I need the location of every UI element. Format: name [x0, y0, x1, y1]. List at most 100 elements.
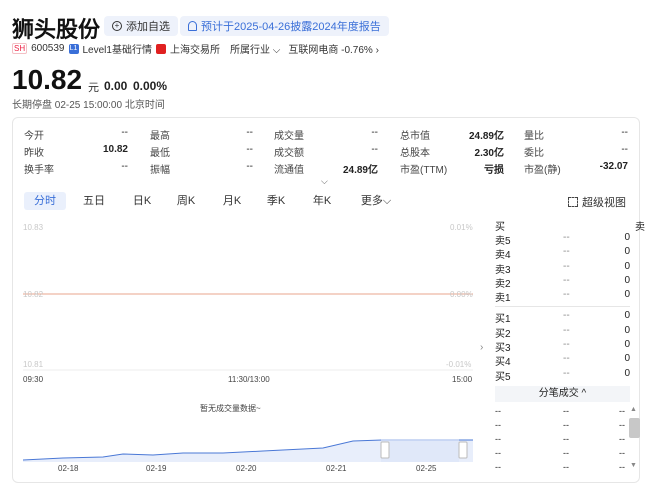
ticks-header-label: 分笔成交 [538, 388, 579, 399]
tick-row: -- -- -- [495, 448, 625, 462]
price-unit: 元 [88, 82, 99, 94]
stock-meta-row: SH 600539 L1 Level1基础行情 上海交易所 所属行业 ⌵ 互联网… [12, 41, 379, 56]
expand-stats-chevron-icon[interactable]: ⌵ [321, 176, 328, 187]
exchange-tag: SH [12, 43, 28, 54]
ticks-header[interactable]: 分笔成交 ^ [495, 386, 630, 402]
chevron-up-icon: ^ [581, 388, 587, 399]
stat-label: 量比 [524, 131, 544, 142]
stat-label: 总股本 [400, 148, 430, 159]
orderbook-divider [495, 306, 630, 307]
super-view-button[interactable]: 超级视图 [568, 194, 626, 210]
tab-five-day[interactable]: 五日 [78, 192, 110, 210]
price-axis-top: 10.83 [23, 223, 44, 232]
navigator-selection[interactable] [381, 439, 459, 462]
bid-row: 买1 -- 0 [495, 310, 630, 325]
tab-weekly-k[interactable]: 周K [172, 192, 200, 210]
bid-row: 买3 -- 0 [495, 339, 630, 354]
time-axis-end: 15:00 [452, 375, 473, 384]
navigator-date: 02-25 [416, 464, 437, 473]
tick-volume: -- [619, 406, 625, 416]
tick-price: -- [563, 420, 569, 430]
chevron-right-icon[interactable]: › [480, 342, 483, 353]
stat-value: 24.89亿 [468, 131, 504, 142]
ask-price: -- [563, 275, 570, 286]
stat-value: -- [246, 161, 253, 172]
bid-level: 买5 [495, 372, 511, 383]
level1-icon: L1 [68, 43, 79, 54]
add-watchlist-button[interactable]: + 添加自选 [104, 16, 178, 36]
stat-label: 成交额 [274, 148, 304, 159]
level1-label[interactable]: Level1基础行情 [83, 41, 152, 56]
stat-label: 昨收 [24, 148, 44, 159]
ask-qty: 0 [624, 232, 630, 243]
scroll-up-icon[interactable]: ▲ [630, 406, 637, 413]
tab-yearly-k[interactable]: 年K [308, 192, 336, 210]
bell-icon [188, 21, 197, 31]
chevron-down-icon: ⌵ [382, 195, 392, 207]
tick-price: -- [563, 434, 569, 444]
pct-axis-mid: 0.00% [450, 290, 473, 299]
trading-status: 长期停盘 02-25 15:00:00 北京时间 [12, 100, 165, 111]
tab-monthly-k[interactable]: 月K [218, 192, 246, 210]
bid-level: 买4 [495, 357, 511, 368]
tab-quarterly-k[interactable]: 季K [262, 192, 290, 210]
ask-qty: 0 [624, 261, 630, 272]
bid-price: -- [563, 353, 570, 364]
navigator-right-handle[interactable] [458, 441, 468, 459]
price-change-pct: 0.00% [133, 79, 168, 93]
ask-row: 卖5 -- 0 [495, 232, 630, 247]
chevron-right-icon: › [375, 45, 379, 56]
bid-qty: 0 [624, 310, 630, 321]
bid-level: 买1 [495, 314, 511, 325]
stat-value: -- [121, 161, 128, 172]
stat-value: -32.07 [599, 161, 628, 172]
navigator-date: 02-18 [58, 464, 79, 473]
ask-row: 卖4 -- 0 [495, 246, 630, 261]
orderbook-buy-label: 买 [495, 222, 505, 233]
tick-time: -- [495, 462, 501, 472]
bid-row: 买5 -- 0 [495, 368, 630, 383]
stock-name: 狮头股份 [12, 17, 101, 42]
tab-more[interactable]: 更多⌵ [356, 192, 396, 210]
ask-level: 卖5 [495, 236, 511, 247]
pct-axis-bottom: -0.01% [446, 360, 472, 369]
ask-level: 卖4 [495, 250, 511, 261]
report-notice[interactable]: 预计于2025-04-26披露2024年度报告 [180, 16, 389, 36]
industry-dropdown[interactable]: 所属行业 ⌵ [230, 41, 280, 56]
navigator-left-handle[interactable] [380, 441, 390, 459]
time-axis-start: 09:30 [23, 375, 44, 384]
tab-daily-k[interactable]: 日K [128, 192, 156, 210]
pct-axis-top: 0.01% [450, 223, 473, 232]
orderbook-sell-label: 卖 [635, 222, 645, 233]
exchange-name: 上海交易所 [169, 45, 220, 56]
bid-qty: 0 [624, 325, 630, 336]
tab-intraday[interactable]: 分时 [24, 192, 66, 210]
bid-row: 买4 -- 0 [495, 353, 630, 368]
stat-label: 流通值 [274, 165, 304, 176]
tick-time: -- [495, 406, 501, 416]
tick-volume: -- [619, 462, 625, 472]
chevron-down-icon: ⌵ [272, 45, 281, 56]
tab-more-label: 更多 [360, 195, 383, 207]
scrollbar-thumb[interactable] [629, 418, 640, 438]
bid-price: -- [563, 325, 570, 336]
stat-value: -- [371, 127, 378, 138]
ask-price: -- [563, 246, 570, 257]
scroll-down-icon[interactable]: ▼ [630, 462, 637, 469]
stat-value: 亏损 [484, 165, 504, 176]
stat-value: 2.30亿 [474, 148, 504, 159]
ask-row: 卖1 -- 0 [495, 289, 630, 304]
bid-qty: 0 [624, 368, 630, 379]
price-change: 0.00 [104, 79, 128, 93]
ask-row: 卖2 -- 0 [495, 275, 630, 290]
ask-qty: 0 [624, 246, 630, 257]
range-navigator[interactable] [23, 420, 473, 462]
stat-value: -- [621, 127, 628, 138]
stat-label: 今开 [24, 131, 44, 142]
bid-price: -- [563, 368, 570, 379]
industry-link[interactable]: 互联网电商 -0.76% › [288, 41, 379, 56]
tick-time: -- [495, 420, 501, 430]
stat-label: 换手率 [24, 165, 54, 176]
current-price: 10.82 [12, 64, 83, 95]
ask-level: 卖1 [495, 293, 511, 304]
